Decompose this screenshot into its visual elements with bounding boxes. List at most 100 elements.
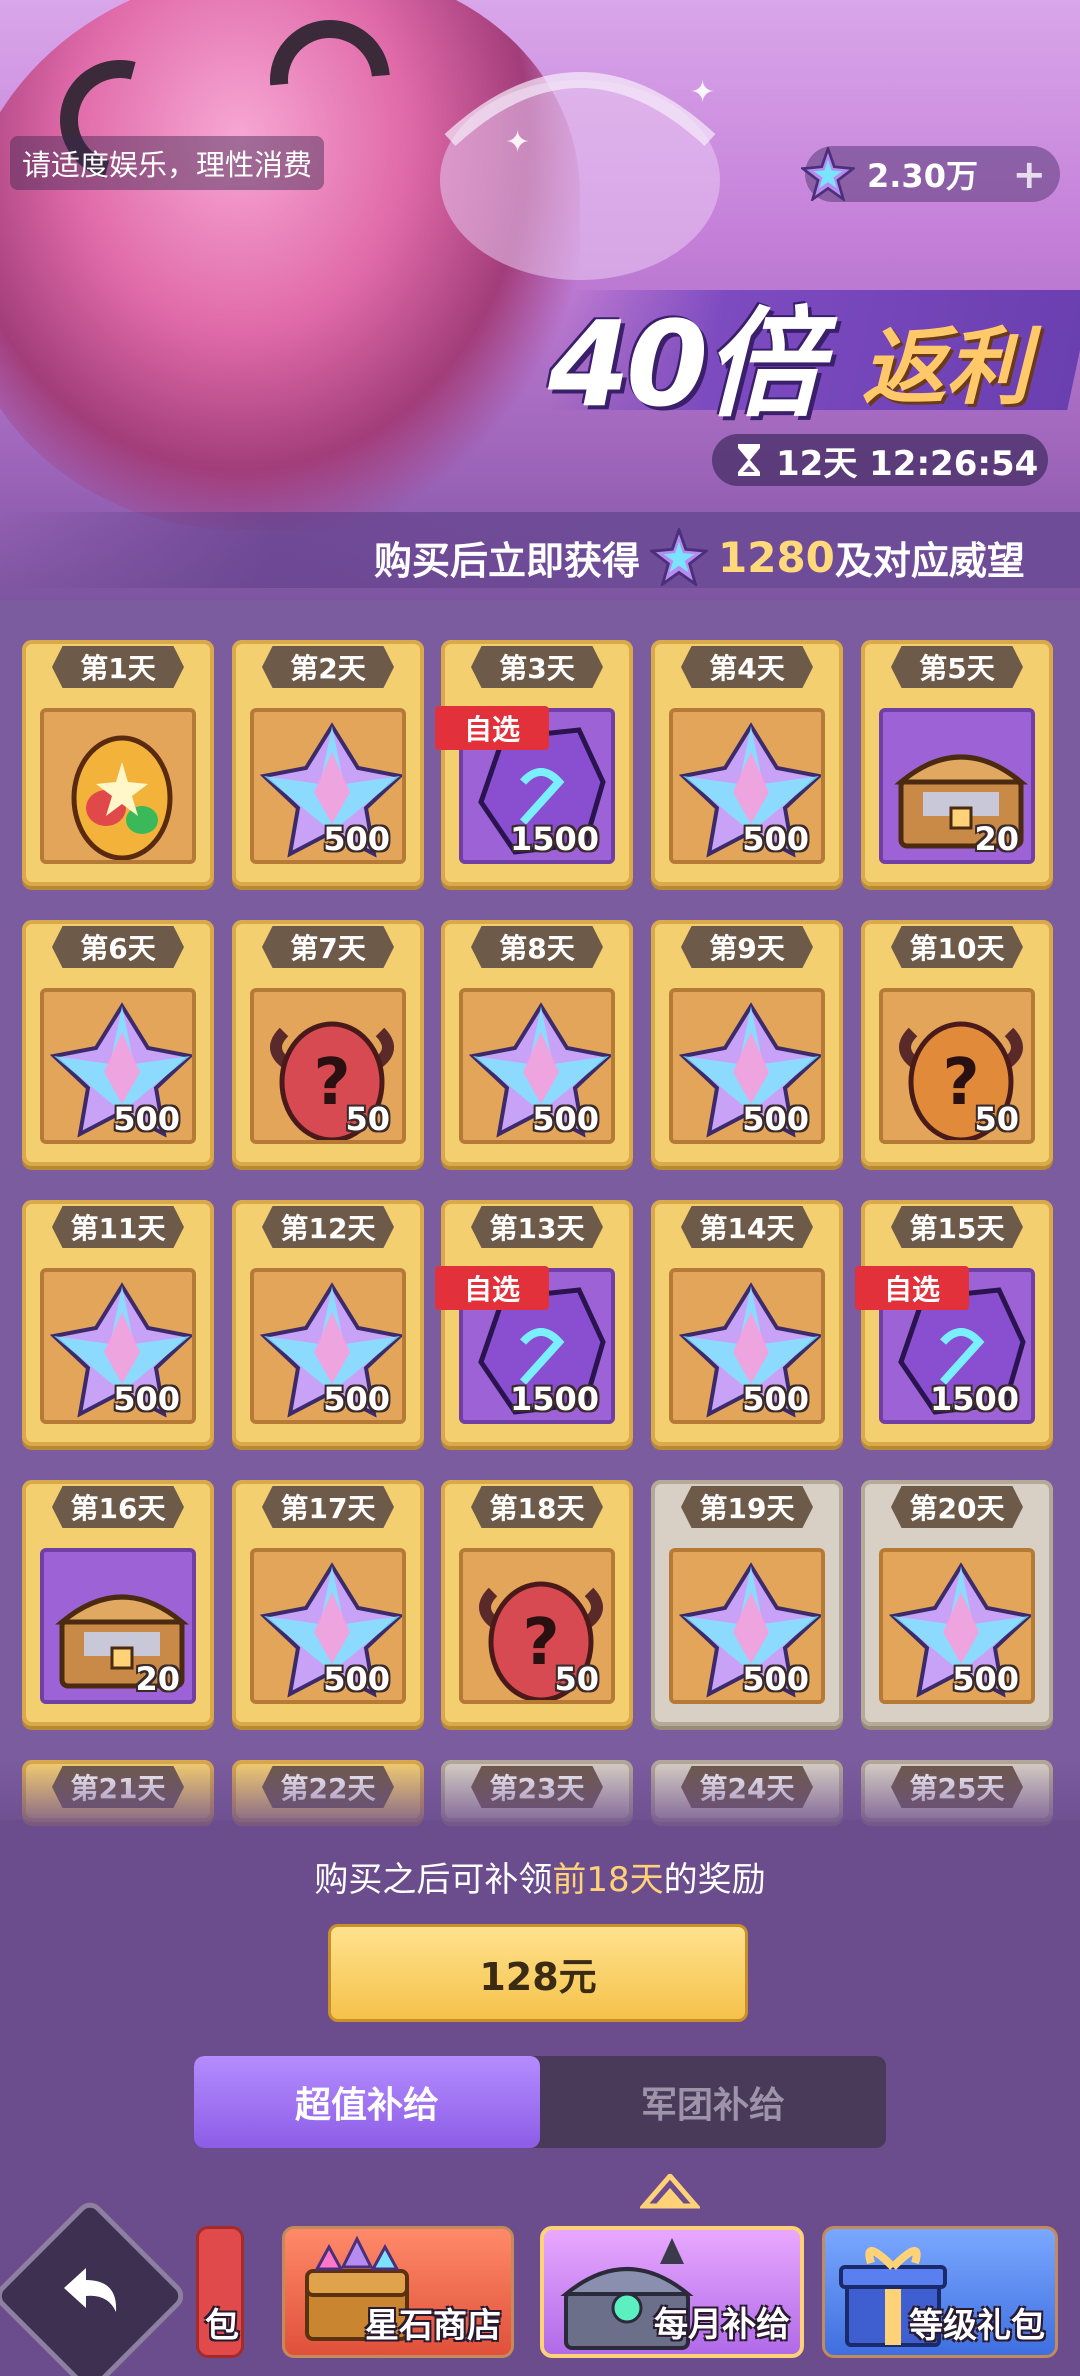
day-reward-card[interactable]: 第1天 [22,640,214,886]
title-multiplier: 40倍 [548,295,822,433]
day-label: 第15天 [891,1206,1023,1248]
selectable-badge: 自选 [435,1266,549,1310]
day-label: 第3天 [471,646,603,688]
countdown-timer: 12天 12:26:54 [712,434,1048,486]
day-reward-card[interactable]: 第14天 500 [651,1200,843,1446]
day-label: 第5天 [891,646,1023,688]
day-label: 第16天 [52,1486,184,1528]
reward-item-slot: 500 [669,988,825,1144]
reward-item-slot: 500 [459,988,615,1144]
day-label: 第6天 [52,926,184,968]
reward-item-slot: 500 [40,988,196,1144]
item-count: 500 [323,1380,390,1418]
day-label: 第4天 [681,646,813,688]
currency-amount: 2.30万 [867,157,978,195]
reward-item-slot: 500 [250,708,406,864]
day-label: 第17天 [262,1486,394,1528]
day-reward-card[interactable]: 第6天 500 [22,920,214,1166]
back-arrow-icon [64,2268,117,2312]
item-count: 500 [952,1660,1019,1698]
hint-prefix: 购买之后可补领 [314,1860,553,1900]
item-count: 500 [742,1380,809,1418]
reward-item-slot: 500 [250,1548,406,1704]
item-count: 1500 [509,820,599,858]
reward-prefix: 购买后立即获得 [374,538,641,583]
day-reward-card[interactable]: 第19天 500 [651,1480,843,1726]
nav-label: 包 [205,2306,239,2346]
nav-gift-pack[interactable]: 包 [196,2226,244,2358]
day-label: 第18天 [471,1486,603,1528]
day-reward-card[interactable]: 第2天 500 [232,640,424,886]
nav-label: 星石商店 [365,2306,501,2346]
star-gem-icon [650,528,709,586]
day-reward-card[interactable]: 第4天 500 [651,640,843,886]
tab-legion-supply[interactable]: 军团补给 [540,2056,886,2148]
day-label: 第10天 [891,926,1023,968]
day-reward-card[interactable]: 第16天 20 [22,1480,214,1726]
item-count: 20 [974,820,1019,858]
nav-label: 等级礼包 [909,2306,1045,2346]
bottom-nav: 包 星石商店 每月补给 等级礼包 [0,2176,1080,2376]
day-label: 第19天 [681,1486,813,1528]
day-label: 第13天 [471,1206,603,1248]
reward-item-slot: ? 50 [879,988,1035,1144]
reward-item-slot: ? 50 [459,1548,615,1704]
moderation-notice: 请适度娱乐，理性消费 [10,136,325,190]
reward-item-slot [40,708,196,864]
reward-item-slot: 500 [669,1548,825,1704]
day-reward-card[interactable]: 第12天 500 [232,1200,424,1446]
day-reward-card[interactable]: 第7天 ? 50 [232,920,424,1166]
reward-amount: 1280 [718,532,835,582]
nav-monthly-supply[interactable]: 每月补给 [540,2226,804,2358]
reward-item-slot: ? 50 [250,988,406,1144]
item-count: 500 [113,1380,180,1418]
day-reward-card[interactable]: 第13天 1500 自选 [435,1200,633,1446]
day-reward-card[interactable]: 第17天 500 [232,1480,424,1726]
day-reward-card[interactable]: 第15天 1500 自选 [855,1200,1053,1446]
item-count: 500 [532,1100,599,1138]
backfill-hint: 购买之后可补领前18天的奖励 [0,1852,1080,1901]
day-label: 第11天 [52,1206,184,1248]
day-label: 第9天 [681,926,813,968]
hint-highlight: 前18天 [552,1860,664,1900]
purchase-button[interactable]: 128元 [328,1924,748,2022]
rainbow-egg-icon [71,735,173,860]
day-reward-card[interactable]: 第5天 20 [861,640,1053,886]
item-count: 50 [974,1100,1019,1138]
item-count: 500 [742,1660,809,1698]
item-count: 1500 [509,1380,599,1418]
day-reward-card[interactable]: 第8天 500 [441,920,633,1166]
day-reward-card[interactable]: 第20天 500 [861,1480,1053,1726]
daily-reward-grid: 第1天 第2天 500 第3天 1500 自选 第4天 500 第5天 20 第… [0,600,1080,1822]
sparkle-icon: ✦ [690,75,716,110]
reward-item-slot: 500 [669,1268,825,1424]
day-reward-card[interactable]: 第11天 500 [22,1200,214,1446]
item-count: 20 [135,1660,180,1698]
day-label: 第20天 [891,1486,1023,1528]
tab-value-supply[interactable]: 超值补给 [194,2056,540,2148]
item-count: 1500 [929,1380,1019,1418]
add-currency-icon[interactable]: + [1012,152,1046,198]
day-reward-card[interactable]: 第10天 ? 50 [861,920,1053,1166]
grid-fade [0,1760,1080,1840]
day-reward-card[interactable]: 第9天 500 [651,920,843,1166]
hourglass-icon [738,444,760,476]
teapot-art [440,72,720,280]
currency-display[interactable]: 2.30万 + [801,146,1060,202]
sparkle-icon: ✦ [505,125,531,160]
nav-star-shop[interactable]: 星石商店 [282,2226,514,2358]
day-reward-card[interactable]: 第18天 ? 50 [441,1480,633,1726]
selectable-badge: 自选 [855,1266,969,1310]
day-label: 第1天 [52,646,184,688]
item-count: 500 [113,1100,180,1138]
day-label: 第14天 [681,1206,813,1248]
nav-level-gift[interactable]: 等级礼包 [822,2226,1058,2358]
item-count: 50 [554,1660,599,1698]
reward-item-slot: 500 [40,1268,196,1424]
item-count: 50 [345,1100,390,1138]
nav-label: 每月补给 [654,2305,790,2345]
hint-suffix: 的奖励 [663,1860,766,1900]
day-reward-card[interactable]: 第3天 1500 自选 [435,640,633,886]
reward-summary: 购买后立即获得 1280 及对应威望 [374,528,1025,586]
day-label: 第12天 [262,1206,394,1248]
